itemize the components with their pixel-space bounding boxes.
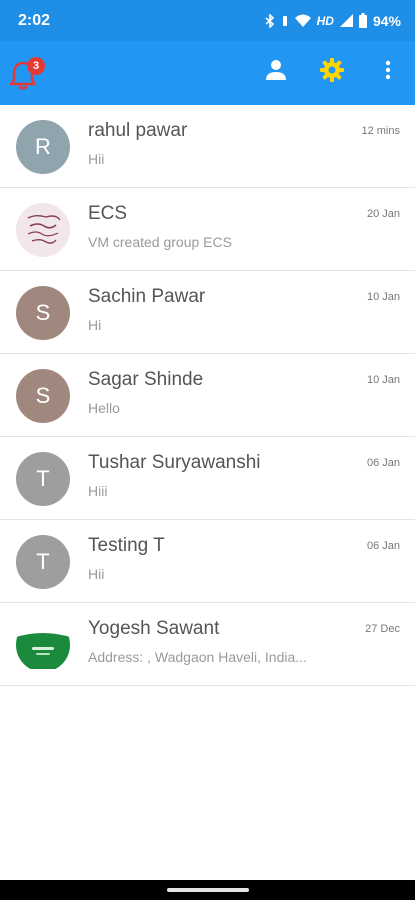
profile-photo-icon xyxy=(16,618,70,672)
avatar-letter: R xyxy=(35,134,51,159)
chat-last-message: Hii xyxy=(88,151,105,167)
battery-level: 94% xyxy=(372,12,401,29)
chat-time: 10 Jan xyxy=(366,291,400,303)
avatar: S xyxy=(16,286,70,340)
chat-last-message: Hi xyxy=(88,317,102,333)
chat-last-message: Hii xyxy=(88,566,105,582)
gear-icon xyxy=(320,57,344,87)
system-nav-bar xyxy=(0,880,415,900)
chat-time: 10 Jan xyxy=(366,374,400,386)
status-icons: HD 94% xyxy=(265,13,401,29)
signal-icon xyxy=(339,14,353,27)
notifications-button[interactable]: 3 xyxy=(8,55,45,91)
avatar-letter: T xyxy=(36,466,50,491)
chat-name: rahul pawar xyxy=(88,120,188,141)
avatar-letter: T xyxy=(36,549,50,574)
avatar-letter: S xyxy=(35,300,51,325)
chat-time: 06 Jan xyxy=(366,457,400,469)
battery-icon xyxy=(358,13,367,28)
chat-row[interactable]: T Testing T Hii 06 Jan xyxy=(0,520,415,603)
chat-time: 20 Jan xyxy=(366,208,400,220)
avatar-letter: S xyxy=(35,383,51,408)
settings-button[interactable] xyxy=(319,57,345,87)
chat-last-message: VM created group ECS xyxy=(88,234,232,250)
bluetooth-icon xyxy=(265,13,275,28)
chat-last-message: Hiii xyxy=(88,483,108,499)
wifi-icon xyxy=(294,14,311,27)
chat-last-message: Hello xyxy=(88,400,120,416)
profile-button[interactable] xyxy=(263,59,289,85)
chat-name: Sagar Shinde xyxy=(88,369,204,390)
home-gesture-handle[interactable] xyxy=(167,888,249,892)
chat-list: R rahul pawar Hii 12 mins ECS VM created… xyxy=(0,105,415,686)
avatar xyxy=(16,203,70,257)
chat-name: Yogesh Sawant xyxy=(88,618,220,639)
chat-name: ECS xyxy=(88,203,128,224)
chat-row[interactable]: R rahul pawar Hii 12 mins xyxy=(0,105,415,188)
avatar: T xyxy=(16,535,70,589)
chat-name: Tushar Suryawanshi xyxy=(88,452,261,473)
network-type-label: HD xyxy=(316,13,334,28)
app-bar-actions xyxy=(263,57,401,87)
avatar xyxy=(16,618,70,672)
chat-row[interactable]: S Sagar Shinde Hello 10 Jan xyxy=(0,354,415,437)
chat-row[interactable]: T Tushar Suryawanshi Hiii 06 Jan xyxy=(0,437,415,520)
app-bar: 3 xyxy=(0,41,415,105)
chat-row[interactable]: S Sachin Pawar Hi 10 Jan xyxy=(0,271,415,354)
more-vert-icon xyxy=(385,60,391,85)
avatar: S xyxy=(16,369,70,423)
status-bar: 2:02 HD 94% xyxy=(0,0,415,41)
overflow-menu-button[interactable] xyxy=(375,59,401,85)
chat-time: 12 mins xyxy=(361,125,400,137)
notification-badge: 3 xyxy=(27,57,45,75)
chat-name: Sachin Pawar xyxy=(88,286,206,307)
vibrate-icon xyxy=(281,14,289,28)
chat-last-message: Address: , Wadgaon Haveli, India... xyxy=(88,649,307,665)
chat-name: Testing T xyxy=(88,535,165,556)
chat-time: 06 Jan xyxy=(366,540,400,552)
group-photo-icon xyxy=(16,203,70,257)
chat-row[interactable]: Yogesh Sawant Address: , Wadgaon Haveli,… xyxy=(0,603,415,686)
chat-time: 27 Dec xyxy=(365,623,400,635)
avatar: R xyxy=(16,120,70,174)
person-icon xyxy=(265,59,287,86)
status-time: 2:02 xyxy=(18,11,51,29)
avatar: T xyxy=(16,452,70,506)
chat-row[interactable]: ECS VM created group ECS 20 Jan xyxy=(0,188,415,271)
